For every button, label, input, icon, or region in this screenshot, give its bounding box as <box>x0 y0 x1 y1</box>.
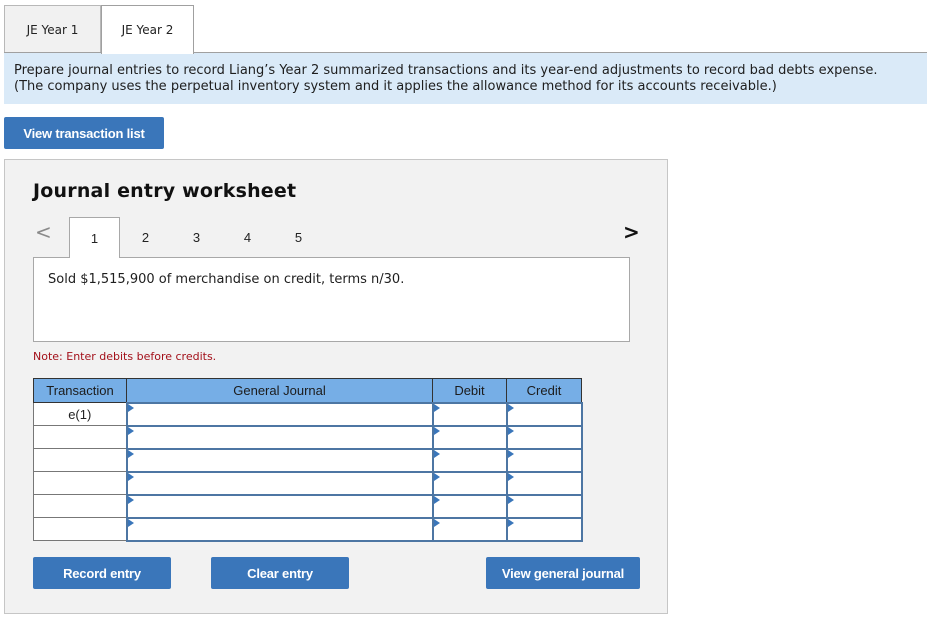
debit-cell <box>431 447 508 473</box>
step-tab-2[interactable]: 2 <box>120 217 171 257</box>
instructions-line-2: (The company uses the perpetual inventor… <box>14 79 777 94</box>
credit-input[interactable] <box>507 404 581 424</box>
dropdown-marker-icon <box>433 449 440 458</box>
journal-header-row: Transaction General Journal Debit Credit <box>33 378 582 403</box>
chevron-left-icon[interactable]: < <box>35 220 52 244</box>
transaction-description: Sold $1,515,900 of merchandise on credit… <box>33 257 630 342</box>
step-tabs: 1 2 3 4 5 <box>69 217 324 258</box>
dropdown-marker-icon <box>507 403 514 412</box>
dropdown-marker-icon <box>433 403 440 412</box>
journal-table: Transaction General Journal Debit Credit… <box>33 378 583 542</box>
account-input[interactable] <box>127 450 432 470</box>
credit-input[interactable] <box>507 427 581 447</box>
record-entry-button[interactable]: Record entry <box>33 557 171 589</box>
credit-cell <box>505 493 583 519</box>
header-credit: Credit <box>506 378 582 403</box>
debit-input[interactable] <box>433 519 506 539</box>
debit-cell <box>431 516 508 542</box>
account-cell <box>125 493 434 519</box>
journal-row <box>33 447 583 473</box>
credit-cell <box>505 424 583 450</box>
account-input[interactable] <box>127 496 432 516</box>
journal-row <box>33 424 583 450</box>
dropdown-marker-icon <box>507 495 514 504</box>
transaction-cell <box>33 471 127 495</box>
dropdown-marker-icon <box>433 518 440 527</box>
worksheet-title: Journal entry worksheet <box>33 180 297 202</box>
dropdown-marker-icon <box>507 518 514 527</box>
account-input[interactable] <box>127 473 432 493</box>
account-cell <box>125 401 434 427</box>
step-tab-3[interactable]: 3 <box>171 217 222 257</box>
credit-input[interactable] <box>507 473 581 493</box>
tab-je-year-2[interactable]: JE Year 2 <box>101 5 194 54</box>
transaction-cell <box>33 448 127 472</box>
account-cell <box>125 447 434 473</box>
transaction-cell <box>33 494 127 518</box>
account-input[interactable] <box>127 519 432 539</box>
dropdown-marker-icon <box>127 449 134 458</box>
credit-input[interactable] <box>507 519 581 539</box>
credit-input[interactable] <box>507 450 581 470</box>
credit-cell <box>505 447 583 473</box>
debit-cell <box>431 424 508 450</box>
debit-cell <box>431 493 508 519</box>
dropdown-marker-icon <box>507 472 514 481</box>
clear-entry-button[interactable]: Clear entry <box>211 557 349 589</box>
chevron-right-icon[interactable]: > <box>623 220 640 244</box>
account-cell <box>125 470 434 496</box>
debit-cell <box>431 401 508 427</box>
debit-input[interactable] <box>433 427 506 447</box>
credit-cell <box>505 470 583 496</box>
credit-input[interactable] <box>507 496 581 516</box>
account-cell <box>125 516 434 542</box>
journal-row <box>33 493 583 519</box>
step-tab-5[interactable]: 5 <box>273 217 324 257</box>
account-cell <box>125 424 434 450</box>
credit-cell <box>505 516 583 542</box>
journal-row <box>33 470 583 496</box>
dropdown-marker-icon <box>507 449 514 458</box>
year-tabs: JE Year 1 JE Year 2 <box>4 5 194 54</box>
transaction-cell <box>33 425 127 449</box>
transaction-cell: e(1) <box>33 402 127 426</box>
debit-input[interactable] <box>433 496 506 516</box>
account-input[interactable] <box>127 427 432 447</box>
tab-je-year-1[interactable]: JE Year 1 <box>4 5 101 53</box>
header-debit: Debit <box>432 378 507 403</box>
debit-cell <box>431 470 508 496</box>
step-tab-4[interactable]: 4 <box>222 217 273 257</box>
debit-input[interactable] <box>433 450 506 470</box>
view-transaction-list-button[interactable]: View transaction list <box>4 117 164 149</box>
journal-row <box>33 516 583 542</box>
dropdown-marker-icon <box>433 472 440 481</box>
dropdown-marker-icon <box>127 403 134 412</box>
header-general-journal: General Journal <box>126 378 433 403</box>
instructions-banner: Prepare journal entries to record Liang’… <box>4 53 927 104</box>
dropdown-marker-icon <box>127 495 134 504</box>
debit-input[interactable] <box>433 473 506 493</box>
dropdown-marker-icon <box>433 426 440 435</box>
credit-cell <box>505 401 583 427</box>
view-general-journal-button[interactable]: View general journal <box>486 557 640 589</box>
dropdown-marker-icon <box>127 518 134 527</box>
journal-row: e(1) <box>33 401 583 427</box>
dropdown-marker-icon <box>127 472 134 481</box>
dropdown-marker-icon <box>127 426 134 435</box>
step-tab-1[interactable]: 1 <box>69 217 120 258</box>
dropdown-marker-icon <box>433 495 440 504</box>
debit-input[interactable] <box>433 404 506 424</box>
account-input[interactable] <box>127 404 432 424</box>
dropdown-marker-icon <box>507 426 514 435</box>
transaction-cell <box>33 517 127 541</box>
instructions-line-1: Prepare journal entries to record Liang’… <box>14 63 878 78</box>
header-transaction: Transaction <box>33 378 127 403</box>
journal-entry-worksheet: Journal entry worksheet < 1 2 3 4 5 > So… <box>4 159 668 614</box>
note-text: Note: Enter debits before credits. <box>33 350 217 363</box>
